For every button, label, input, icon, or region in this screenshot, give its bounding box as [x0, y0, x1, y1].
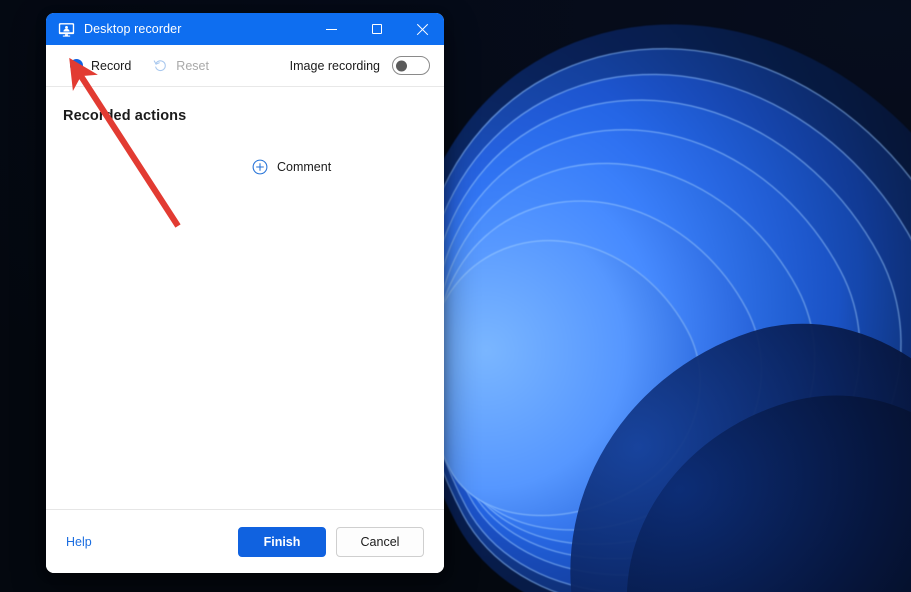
close-icon [416, 23, 428, 35]
desktop: Desktop recorder Record Reset Image reco… [0, 0, 911, 592]
add-comment-button[interactable]: Comment [246, 155, 337, 179]
footer-actions: Finish Cancel [238, 526, 424, 557]
close-button[interactable] [399, 13, 444, 45]
minimize-icon [326, 28, 337, 30]
desktop-recorder-window: Desktop recorder Record Reset Image reco… [46, 13, 444, 573]
window-titlebar[interactable]: Desktop recorder [46, 13, 444, 45]
image-recording-label: Image recording [289, 58, 380, 73]
cancel-button[interactable]: Cancel [336, 526, 424, 557]
recorded-actions-panel: Recorded actions Comment [46, 87, 444, 509]
reset-button-label: Reset [176, 58, 209, 73]
help-link[interactable]: Help [66, 535, 92, 549]
window-title: Desktop recorder [84, 22, 182, 36]
finish-button[interactable]: Finish [238, 526, 326, 557]
maximize-icon [371, 24, 382, 34]
reset-button[interactable]: Reset [147, 54, 215, 77]
window-footer: Help Finish Cancel [46, 509, 444, 573]
record-dot-icon [70, 59, 83, 72]
maximize-button[interactable] [354, 13, 399, 45]
plus-circle-icon [252, 159, 268, 175]
recorder-toolbar: Record Reset Image recording [46, 45, 444, 87]
record-button[interactable]: Record [64, 55, 137, 77]
window-controls [309, 13, 444, 45]
monitor-icon [58, 22, 75, 37]
add-comment-label: Comment [277, 160, 332, 174]
reset-circular-arrow-icon [153, 60, 167, 72]
image-recording-toggle-group: Image recording [290, 56, 430, 75]
minimize-button[interactable] [309, 13, 354, 45]
toggle-knob [396, 60, 407, 71]
record-button-label: Record [91, 58, 132, 73]
image-recording-toggle[interactable] [392, 56, 430, 75]
recorded-actions-heading: Recorded actions [63, 108, 187, 124]
